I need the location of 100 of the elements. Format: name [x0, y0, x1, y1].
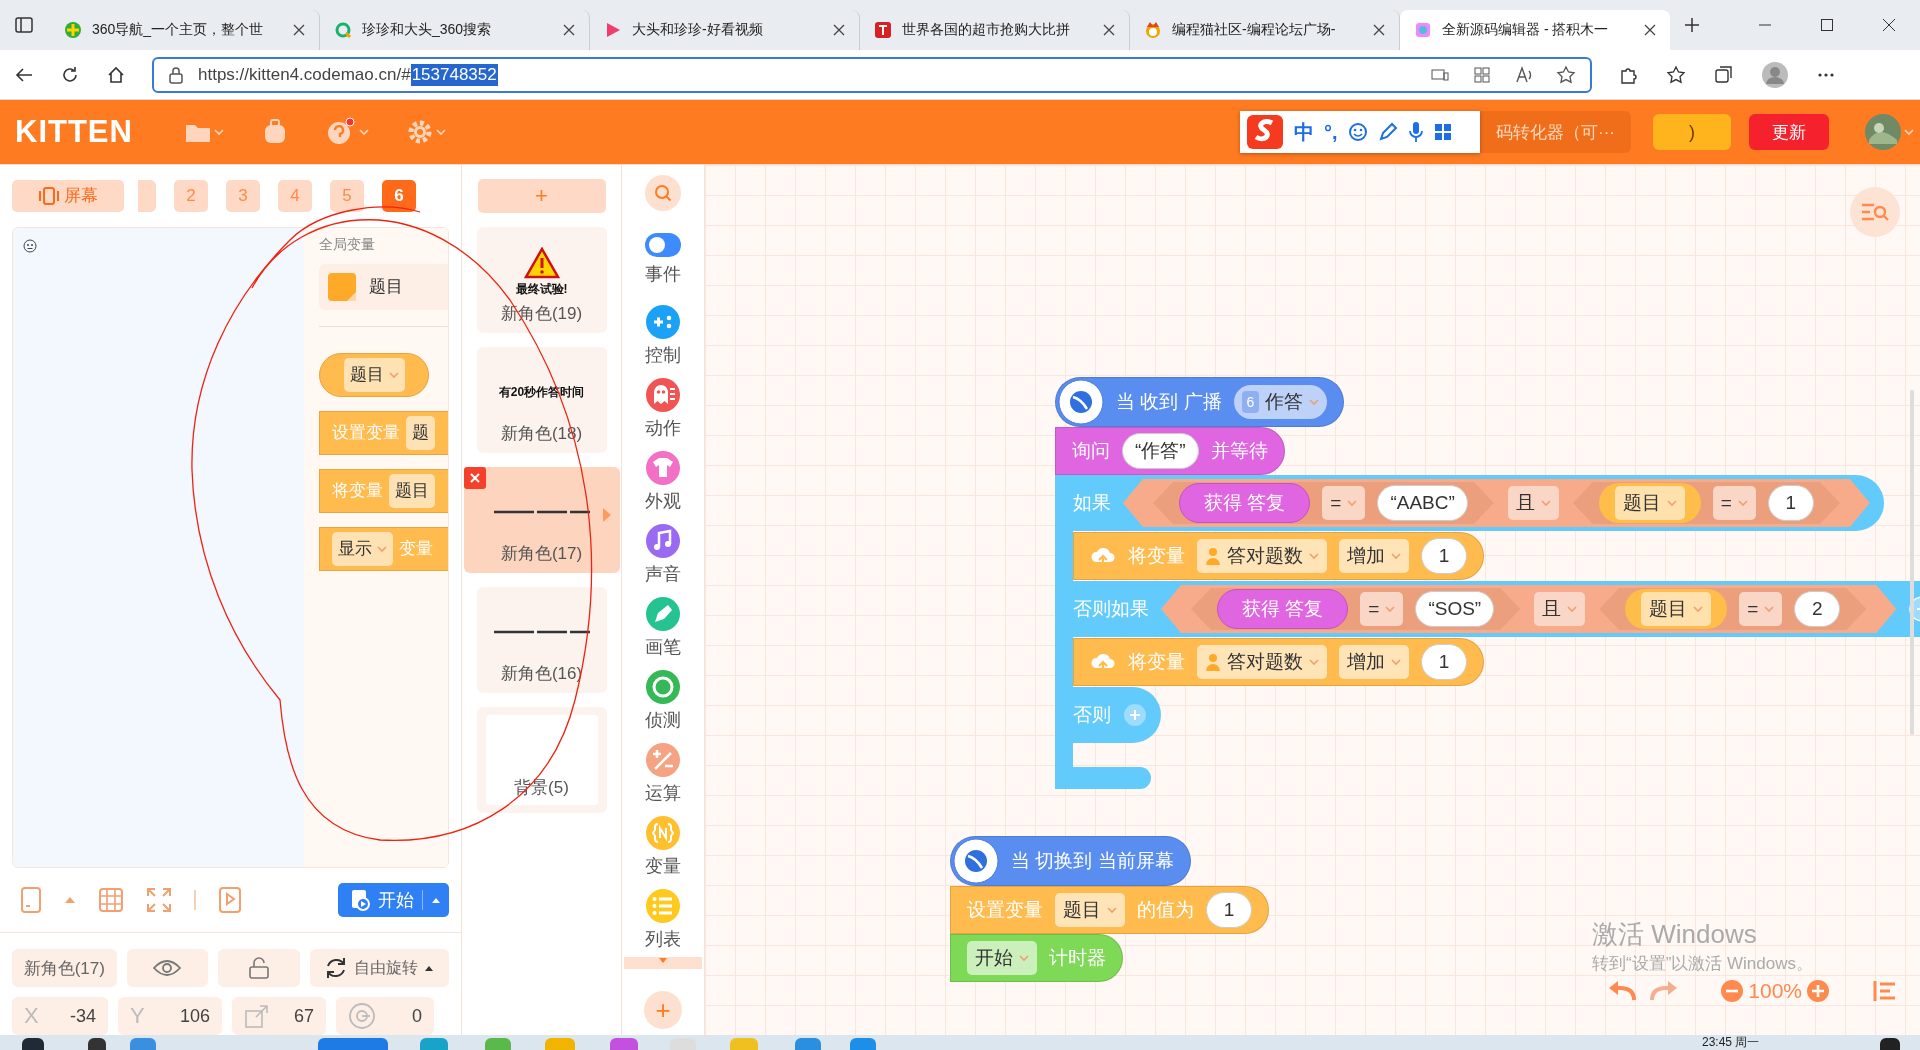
if-branch-header[interactable]: 如果 获得 答复 = “AABC” 且 题目 = 1	[1055, 475, 1884, 531]
category-item[interactable]: 侦测	[622, 663, 704, 736]
microphone-icon[interactable]	[1407, 121, 1424, 143]
taskbar-app-icon[interactable]	[1880, 1038, 1900, 1050]
variable-block[interactable]: 将变量 题目	[319, 468, 448, 513]
expand-arrow-icon[interactable]	[601, 507, 612, 523]
caret-up-icon[interactable]	[64, 896, 76, 905]
align-icon[interactable]	[1872, 979, 1898, 1003]
block-search-button[interactable]	[645, 175, 681, 211]
undo-icon[interactable]	[1608, 980, 1637, 1002]
stack-block[interactable]: 设置变量 题目 的值为 1	[950, 886, 1269, 934]
variable-reporter-block[interactable]: 题目	[1625, 589, 1728, 629]
block-dropdown[interactable]: 题目	[1641, 592, 1712, 626]
user-avatar[interactable]	[1865, 114, 1901, 150]
hat-block[interactable]: 当 收到 广播 6 作答	[1055, 377, 1345, 427]
tab-actions-icon[interactable]	[14, 15, 34, 35]
text-input[interactable]: “AABC”	[1377, 485, 1468, 521]
scroll-indicator[interactable]	[624, 957, 702, 969]
variable-dropdown[interactable]: 题目	[343, 357, 405, 392]
start-button[interactable]: 开始	[338, 883, 449, 918]
close-icon[interactable]	[563, 24, 575, 36]
address-field[interactable]: https://kitten4.codemao.cn/#153748352	[152, 56, 1592, 93]
category-item[interactable]: 外观	[622, 444, 704, 517]
favorites-icon[interactable]	[1666, 64, 1686, 85]
zoom-out-icon[interactable]	[1720, 979, 1745, 1003]
refresh-icon[interactable]	[60, 64, 80, 85]
block-dropdown[interactable]: 增加	[1339, 645, 1409, 679]
variable-dropdown[interactable]: 题目	[389, 473, 435, 508]
zoom-in-icon[interactable]	[1806, 979, 1830, 1003]
category-item[interactable]: 控制	[622, 298, 704, 371]
new-tab-icon[interactable]	[1684, 17, 1700, 33]
close-icon[interactable]	[1882, 18, 1896, 32]
and-condition-block[interactable]: 获得 答复 = “SOS” 且 题目 = 2	[1161, 585, 1897, 633]
browser-tab[interactable]: 全新源码编辑器 - 搭积木一	[1400, 10, 1670, 50]
stack-block[interactable]: 将变量 答对题数 增加 1	[1073, 638, 1484, 686]
category-item[interactable]: 变量	[622, 809, 704, 882]
input-mode-label[interactable]: 中	[1294, 118, 1314, 146]
block-dropdown[interactable]: 且	[1507, 486, 1559, 520]
stack-block[interactable]: 将变量 答对题数 增加 1	[1073, 532, 1484, 580]
text-input[interactable]: “作答”	[1122, 433, 1199, 469]
fullscreen-icon[interactable]	[146, 887, 172, 914]
category-item[interactable]: 动作	[622, 371, 704, 444]
redo-icon[interactable]	[1650, 980, 1679, 1002]
home-icon[interactable]	[106, 64, 126, 85]
pen-icon[interactable]	[1377, 122, 1398, 142]
visibility-button[interactable]	[126, 949, 209, 987]
comparison-block[interactable]: 题目 = 1	[1572, 482, 1840, 524]
variable-reporter-block[interactable]: 题目	[319, 352, 429, 397]
variable-block[interactable]: 设置变量 题	[319, 410, 448, 455]
property-field[interactable]: 67	[232, 997, 326, 1035]
property-field[interactable]: X -34	[12, 997, 108, 1035]
number-input[interactable]: 1	[1206, 892, 1252, 928]
taskbar-app-icon[interactable]	[22, 1038, 44, 1050]
block-dropdown[interactable]: 题目	[1614, 486, 1685, 520]
block-dropdown[interactable]: 答对题数	[1197, 539, 1327, 573]
stack-block[interactable]: 开始 计时器	[950, 934, 1123, 982]
update-button[interactable]: 更新	[1749, 114, 1829, 150]
phone-frame-icon[interactable]	[20, 886, 42, 915]
block-dropdown[interactable]: 且	[1534, 592, 1586, 626]
comparison-block[interactable]: 获得 答复 = “AABC”	[1153, 482, 1494, 524]
taskbar-app-icon[interactable]	[88, 1038, 106, 1050]
category-item[interactable]: 事件	[622, 225, 704, 298]
close-icon[interactable]	[1373, 24, 1385, 36]
block-dropdown[interactable]: =	[1360, 592, 1404, 626]
punctuation-mode-label[interactable]: °,	[1324, 120, 1338, 144]
variable-dropdown[interactable]: 题	[406, 415, 435, 450]
close-icon[interactable]	[1644, 24, 1656, 36]
and-condition-block[interactable]: 获得 答复 = “AABC” 且 题目 = 1	[1123, 479, 1870, 527]
category-item[interactable]: 列表	[622, 882, 704, 955]
comparison-block[interactable]: 获得 答复 = “SOS”	[1191, 588, 1521, 630]
category-item[interactable]: 运算	[622, 736, 704, 809]
read-aloud-icon[interactable]	[1514, 64, 1534, 85]
block-dropdown[interactable]: 答对题数	[1197, 645, 1327, 679]
close-icon[interactable]	[1103, 24, 1115, 36]
code-search-button[interactable]	[1850, 187, 1900, 237]
apps-icon[interactable]	[1472, 64, 1492, 85]
variable-reporter-block[interactable]: 题目	[1598, 483, 1701, 523]
action-button[interactable]: )	[1653, 114, 1731, 150]
settings-icon[interactable]	[406, 119, 433, 145]
if-branch-header[interactable]: 否则如果 获得 答复 = “SOS” 且 题目 = 2	[1055, 581, 1920, 637]
block-dropdown[interactable]: 6 作答	[1233, 385, 1328, 419]
play-screen-icon[interactable]	[218, 886, 242, 915]
block-dropdown[interactable]: =	[1739, 592, 1783, 626]
sprite-card[interactable]: 新角色(16)	[476, 587, 607, 693]
favorite-add-icon[interactable]	[1556, 64, 1576, 85]
delete-icon[interactable]	[463, 467, 486, 489]
maximize-icon[interactable]	[1820, 18, 1834, 32]
help-icon[interactable]	[325, 117, 356, 147]
number-input[interactable]: 1	[1421, 538, 1467, 574]
number-input[interactable]: 1	[1767, 485, 1814, 521]
block-dropdown[interactable]: 开始	[967, 941, 1037, 975]
category-item[interactable]: 画笔	[622, 590, 704, 663]
block-dropdown[interactable]: 题目	[1055, 893, 1125, 927]
block-dropdown[interactable]: 增加	[1339, 539, 1409, 573]
variable-block[interactable]: 显示 变量	[319, 526, 448, 571]
emoji-icon[interactable]	[1347, 122, 1368, 142]
stack-block[interactable]: 询问 “作答” 并等待	[1055, 427, 1285, 475]
sprite-card[interactable]: 新角色(17)	[463, 467, 620, 573]
close-icon[interactable]	[293, 24, 305, 36]
property-field[interactable]: Y 106	[118, 997, 222, 1035]
